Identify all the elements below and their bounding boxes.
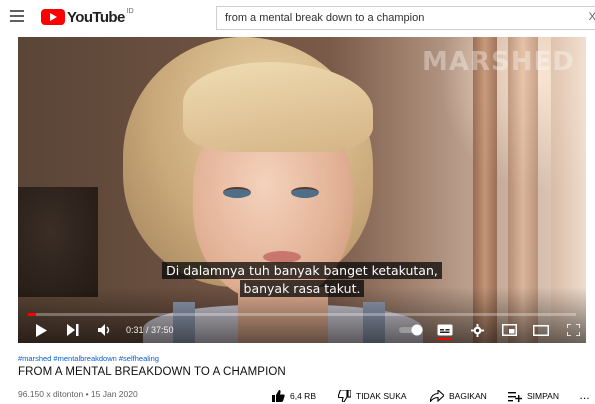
video-hashtags[interactable]: #marshed #mentalbreakdown #selfhealing (18, 354, 159, 363)
like-count: 6,4 RB (290, 391, 316, 401)
video-player[interactable]: MARSHED Di dalamnya tuh banyak banget ke… (18, 37, 586, 343)
logo-region: ID (126, 7, 134, 15)
youtube-logo[interactable]: YouTube ID (41, 8, 134, 26)
play-icon[interactable] (32, 321, 50, 339)
captions-icon[interactable] (436, 321, 454, 340)
subject-fringe (183, 62, 373, 152)
menu-icon[interactable] (10, 10, 24, 22)
miniplayer-icon[interactable] (500, 321, 518, 339)
dislike-button[interactable]: TIDAK SUKA (338, 389, 407, 403)
player-controls: 0:31 / 37:50 (18, 319, 586, 341)
save-button[interactable]: SIMPAN (508, 389, 559, 403)
share-label: BAGIKAN (449, 391, 487, 401)
youtube-logo-icon (41, 9, 65, 25)
video-title: FROM A MENTAL BREAKDOWN TO A CHAMPION (18, 366, 286, 378)
masthead: YouTube ID X (0, 0, 595, 36)
volume-icon[interactable] (96, 321, 114, 339)
like-button[interactable]: 6,4 RB (272, 389, 316, 403)
logo-text: YouTube (67, 8, 125, 26)
channel-watermark: MARSHED (422, 47, 575, 77)
next-icon[interactable] (64, 321, 82, 339)
share-button[interactable]: BAGIKAN (430, 389, 487, 403)
search-input[interactable] (225, 7, 565, 29)
save-playlist-icon (508, 391, 522, 402)
theater-icon[interactable] (532, 321, 550, 339)
subject-eye (223, 187, 251, 198)
thumbs-up-icon (272, 390, 285, 402)
progress-bar[interactable] (28, 313, 576, 316)
video-meta: 96.150 x ditonton • 15 Jan 2020 (18, 389, 138, 399)
autoplay-toggle-icon[interactable] (398, 321, 424, 339)
time-display: 0:31 / 37:50 (126, 325, 174, 335)
captions-active-indicator (438, 338, 452, 340)
fullscreen-icon[interactable] (564, 321, 582, 339)
caption-line: Di dalamnya tuh banyak banget ketakutan, (162, 262, 442, 279)
thumbs-down-icon (338, 390, 351, 402)
settings-icon[interactable] (468, 321, 486, 339)
search-box: X (216, 6, 595, 30)
more-icon[interactable]: ... (580, 389, 590, 403)
share-icon (430, 390, 444, 402)
subject-eye (291, 187, 319, 198)
progress-played (28, 313, 36, 316)
clear-search-icon[interactable]: X (589, 11, 595, 23)
dislike-label: TIDAK SUKA (356, 391, 407, 401)
save-label: SIMPAN (527, 391, 559, 401)
